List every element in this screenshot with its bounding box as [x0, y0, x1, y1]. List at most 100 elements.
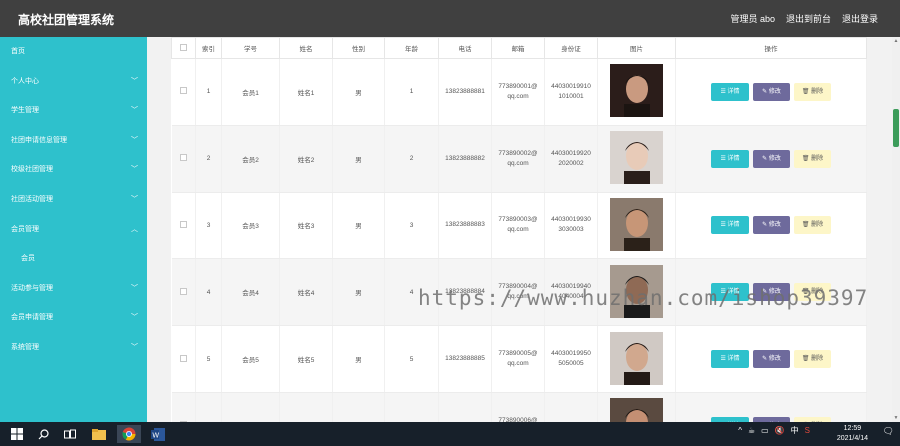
chevron-down-icon: ﹀ [131, 284, 138, 292]
cell-actions: ☰ 详情✎ 修改🗑 删除 [675, 192, 867, 260]
clock-date: 2021/4/14 [836, 435, 868, 442]
cell-photo [597, 125, 676, 193]
tray-up-chevron-icon[interactable]: ^ [738, 426, 742, 435]
sidebar-item-6[interactable]: 会员管理 ︿ [0, 215, 147, 245]
delete-button[interactable]: 🗑 删除 [794, 350, 831, 369]
chrome-icon[interactable] [117, 425, 141, 443]
logout-link[interactable]: 退出登录 [842, 12, 878, 25]
task-view-icon[interactable] [62, 425, 78, 443]
cell-email-text: 773890003@qq.com [498, 216, 538, 234]
select-all-header[interactable] [171, 37, 196, 59]
word-icon[interactable]: W [148, 425, 168, 443]
edit-button[interactable]: ✎ 修改 [753, 350, 790, 369]
cell-phone: 13823888881 [438, 58, 492, 126]
edit-button[interactable]: ✎ 修改 [753, 216, 790, 235]
delete-button[interactable]: 🗑 删除 [794, 149, 831, 168]
cell-gender: 男 [332, 192, 385, 260]
sidebar-item-7[interactable]: 会员 [0, 244, 147, 274]
admin-user-link[interactable]: 管理员 abo [730, 12, 775, 25]
sidebar-item-4[interactable]: 校级社团管理 ﹀ [0, 155, 147, 185]
select-all-checkbox[interactable] [180, 43, 187, 51]
cell-gender: 男 [332, 58, 385, 126]
cell-idcard: 440300199101010001 [544, 58, 598, 126]
file-explorer-icon[interactable] [90, 425, 108, 443]
detail-button[interactable]: ☰ 详情 [711, 82, 749, 101]
sidebar-item-5[interactable]: 社团活动管理 ﹀ [0, 185, 147, 215]
start-icon[interactable] [8, 425, 26, 443]
cell-name: 姓名3 [279, 192, 333, 260]
sidebar-item-3[interactable]: 社团申请信息管理 ﹀ [0, 126, 147, 156]
table-row[interactable]: 5 会员5 姓名5 男 5 13823888885 773890005@qq.com 4403… [171, 325, 867, 393]
cell-email-text: 773890001@qq.com [498, 82, 538, 100]
row-select-cell[interactable] [171, 58, 196, 126]
edit-button[interactable]: ✎ 修改 [753, 149, 790, 168]
main-content: 索引 学号 姓名 性别 年龄 电话 邮箱 身份证 图片 操作 1 会员1 姓名1 男 1 138238888… [147, 37, 892, 422]
svg-text:W: W [152, 431, 159, 439]
notification-icon[interactable]: 🗨 [883, 426, 894, 437]
delete-button[interactable]: 🗑 删除 [794, 82, 831, 101]
volume-icon[interactable]: 🔇 [775, 426, 785, 435]
cell-age: 5 [384, 325, 439, 393]
row-select-cell[interactable] [171, 325, 196, 393]
ime-indicator[interactable]: 中 [791, 425, 799, 436]
row-checkbox[interactable] [179, 87, 187, 95]
cell-phone-text: 13823888882 [445, 154, 485, 162]
cell-email: 773890003@qq.com [491, 192, 545, 260]
sidebar-item-10[interactable]: 系统管理 ﹀ [0, 333, 147, 363]
chevron-down-icon: ﹀ [131, 166, 138, 174]
antivirus-icon[interactable]: S [805, 426, 810, 435]
cell-index: 4 [195, 258, 222, 327]
cell-actions: ☰ 详情✎ 修改🗑 删除 [675, 125, 867, 193]
table-row[interactable]: 13823888886773890006@qq.com440300199 ☰ 详情… [171, 392, 867, 422]
back-to-frontend-link[interactable]: 退出到前台 [786, 12, 831, 25]
row-select-cell[interactable] [171, 258, 196, 327]
cell-gender: 男 [332, 325, 385, 393]
cell-index: 3 [195, 192, 222, 260]
scroll-down-arrow-icon[interactable]: ▼ [892, 415, 900, 421]
row-checkbox[interactable] [179, 154, 187, 162]
cell-id: 会员2 [221, 125, 280, 193]
table-row[interactable]: 1 会员1 姓名1 男 1 13823888881 773890001@qq.com 4403… [171, 58, 867, 126]
sidebar-item-label: 会员管理 [11, 225, 39, 233]
detail-button[interactable]: ☰ 详情 [711, 216, 749, 235]
cell-idcard-text: 440300199101010001 [551, 82, 591, 100]
sidebar-item-label: 活动参与管理 [11, 284, 53, 292]
app-title: 高校社团管理系统 [18, 13, 115, 27]
cell-photo [597, 58, 676, 126]
member-table: 索引 学号 姓名 性别 年龄 电话 邮箱 身份证 图片 操作 1 会员1 姓名1 男 1 138238888… [171, 37, 867, 422]
search-icon[interactable] [35, 425, 51, 443]
cell-idcard: 440300199202020002 [544, 125, 598, 193]
row-select-cell[interactable] [171, 125, 196, 193]
column-header: 图片 [597, 37, 676, 59]
column-header: 索引 [195, 37, 222, 59]
delete-button[interactable]: 🗑 删除 [794, 216, 831, 235]
taskbar-clock[interactable]: 12:59 2021/4/14 [837, 424, 868, 444]
sidebar-item-0[interactable]: 首页 [0, 37, 147, 67]
detail-button[interactable]: ☰ 详情 [711, 149, 749, 168]
cell-email: 773890002@qq.com [491, 125, 545, 193]
detail-button[interactable]: ☰ 详情 [711, 350, 749, 369]
cell-actions: ☰ 详情✎ 修改🗑 删除 [675, 325, 867, 393]
scroll-up-arrow-icon[interactable]: ▲ [892, 38, 900, 44]
scroll-thumb[interactable] [893, 109, 899, 147]
sidebar-item-1[interactable]: 个人中心 ﹀ [0, 67, 147, 97]
cell-phone: 13823888885 [438, 325, 492, 393]
cell-id: 会员1 [221, 58, 280, 126]
row-checkbox[interactable] [179, 287, 187, 295]
table-row[interactable]: 2 会员2 姓名2 男 2 13823888882 773890002@qq.com 4403… [171, 125, 867, 193]
cell-name: 姓名5 [279, 325, 333, 393]
tray-app-icon[interactable]: ☕ [748, 426, 755, 435]
edit-button[interactable]: ✎ 修改 [753, 82, 790, 101]
row-checkbox[interactable] [179, 354, 187, 362]
network-icon[interactable]: ▭ [761, 426, 769, 435]
row-select-cell[interactable] [171, 392, 196, 422]
sidebar: 首页 个人中心 ﹀ 学生管理 ﹀ 社团申请信息管理 ﹀ 校级社团管理 ﹀ 社团活动管理 ﹀ 会员管理 ︿… [0, 37, 147, 422]
table-row[interactable]: 3 会员3 姓名3 男 3 13823888883 773890003@qq.com 4403… [171, 192, 867, 260]
row-select-cell[interactable] [171, 192, 196, 260]
page-scrollbar[interactable]: ▲ ▼ [892, 37, 900, 422]
cell-email: 773890001@qq.com [491, 58, 545, 126]
sidebar-item-8[interactable]: 活动参与管理 ﹀ [0, 274, 147, 304]
sidebar-item-9[interactable]: 会员申请管理 ﹀ [0, 303, 147, 333]
sidebar-item-2[interactable]: 学生管理 ﹀ [0, 96, 147, 126]
row-checkbox[interactable] [179, 220, 187, 228]
